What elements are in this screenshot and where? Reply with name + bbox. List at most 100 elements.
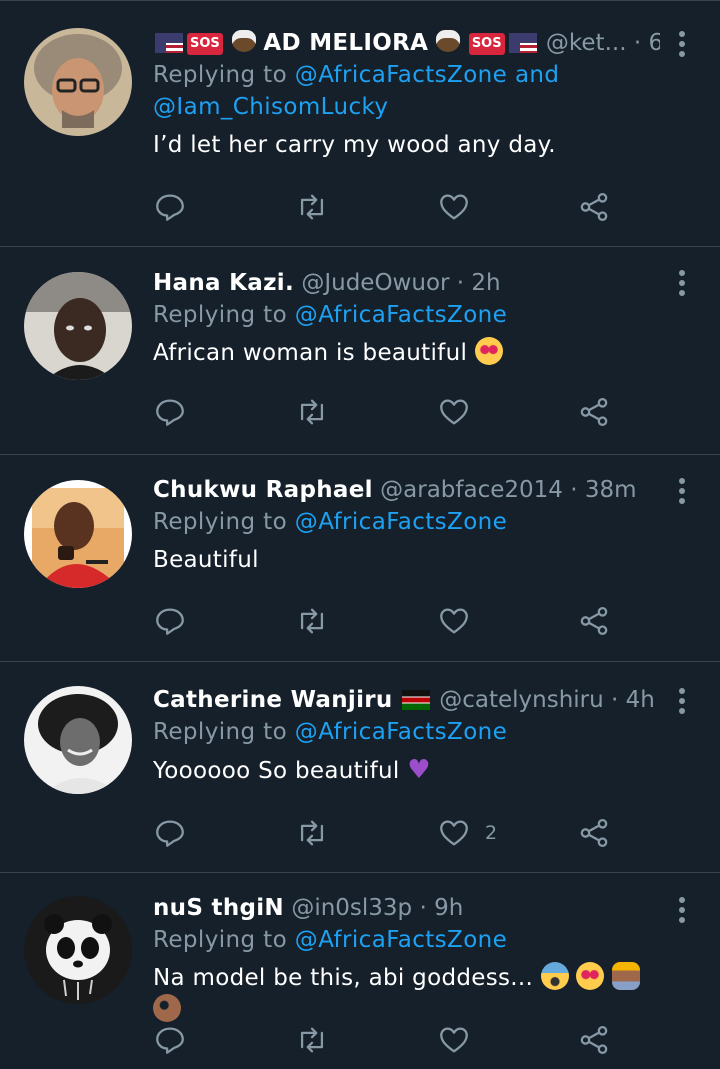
avatar[interactable]	[24, 28, 132, 136]
retweet-icon	[300, 399, 324, 425]
avatar[interactable]	[24, 272, 132, 380]
replying-to-and: and	[514, 62, 560, 88]
tweet-text-content: African woman is beautiful	[153, 340, 468, 366]
more-options-icon[interactable]	[672, 894, 692, 926]
tweet-header: SOS AD MELIORA SOS @ket... · 6h	[153, 27, 660, 59]
us-flag-icon	[155, 33, 183, 53]
replying-to-label: Replying to	[153, 302, 288, 328]
tweet[interactable]: nuS thgiN @in0sl33p · 9h Replying to @Af…	[0, 873, 720, 1069]
mention-link[interactable]: @AfricaFactsZone	[295, 62, 507, 88]
mention-link[interactable]: @AfricaFactsZone	[295, 927, 507, 953]
purple-heart-emoji-icon: ♥	[407, 755, 431, 785]
tweet-content: SOS AD MELIORA SOS @ket... · 6h Replying…	[153, 27, 660, 161]
like-icon	[440, 820, 468, 846]
avatar[interactable]	[24, 480, 132, 588]
share-button[interactable]	[577, 813, 611, 853]
retweet-icon	[300, 194, 324, 220]
tweet-content: nuS thgiN @in0sl33p · 9h Replying to @Af…	[153, 892, 660, 1026]
more-options-icon[interactable]	[672, 475, 692, 507]
share-icon	[580, 397, 608, 427]
reply-button[interactable]	[153, 813, 187, 853]
like-icon	[440, 608, 468, 634]
timestamp[interactable]: 6h	[648, 30, 660, 56]
tweet-header: Chukwu Raphael @arabface2014 · 38m	[153, 474, 660, 506]
avatar[interactable]	[24, 896, 132, 1004]
avatar[interactable]	[24, 686, 132, 794]
user-handle[interactable]: @arabface2014	[380, 477, 563, 503]
more-options-icon[interactable]	[672, 267, 692, 299]
replying-to: Replying to @AfricaFactsZone	[153, 299, 660, 331]
replying-to: Replying to @AfricaFactsZone	[153, 716, 660, 748]
display-name[interactable]: AD MELIORA	[263, 30, 428, 56]
reply-button[interactable]	[153, 601, 187, 641]
timestamp[interactable]: 2h	[471, 270, 500, 296]
share-button[interactable]	[577, 601, 611, 641]
share-icon	[580, 192, 608, 222]
more-options-icon[interactable]	[672, 685, 692, 717]
retweet-button[interactable]	[295, 392, 329, 432]
timestamp[interactable]: 38m	[585, 477, 637, 503]
like-icon	[440, 399, 468, 425]
like-button[interactable]	[437, 1020, 485, 1060]
like-button[interactable]	[437, 601, 485, 641]
display-name[interactable]: Hana Kazi.	[153, 270, 294, 296]
crowned-person-emoji-icon	[611, 962, 640, 990]
user-handle[interactable]: @JudeOwuor	[301, 270, 449, 296]
reply-button[interactable]	[153, 1020, 187, 1060]
tweet-text-content: Yoooooo So beautiful	[153, 758, 400, 784]
us-flag-icon	[508, 33, 537, 53]
separator-dot: ·	[611, 687, 619, 713]
reply-icon	[156, 1027, 184, 1054]
screaming-face-emoji-icon	[540, 962, 569, 990]
reply-button[interactable]	[153, 392, 187, 432]
like-count: 2	[485, 822, 498, 844]
retweet-button[interactable]	[295, 187, 329, 227]
retweet-button[interactable]	[295, 813, 329, 853]
mention-link[interactable]: @AfricaFactsZone	[295, 509, 507, 535]
user-handle[interactable]: @in0sl33p	[291, 895, 412, 921]
mention-link[interactable]: @AfricaFactsZone	[295, 719, 507, 745]
ok-hand-emoji-icon	[153, 994, 181, 1022]
separator-dot: ·	[419, 895, 427, 921]
mention-link[interactable]: @Iam_ChisomLucky	[153, 94, 388, 120]
tweet-text: Na model be this, abi goddess...	[153, 962, 660, 1026]
retweet-button[interactable]	[295, 601, 329, 641]
user-handle[interactable]: @catelynshiru	[439, 687, 603, 713]
tweet-text: African woman is beautiful	[153, 337, 660, 369]
sos-badge: SOS	[187, 33, 223, 55]
like-button[interactable]: 2	[437, 813, 497, 853]
timestamp[interactable]: 9h	[434, 895, 463, 921]
tweet[interactable]: Catherine Wanjiru @catelynshiru · 4h Rep…	[0, 662, 720, 873]
display-name[interactable]: Chukwu Raphael	[153, 477, 373, 503]
tweet[interactable]: SOS AD MELIORA SOS @ket... · 6h Replying…	[0, 1, 720, 247]
separator-dot: ·	[633, 30, 642, 56]
tweet-actions	[153, 187, 623, 227]
heart-eyes-emoji-icon	[576, 962, 605, 990]
reply-feed: SOS AD MELIORA SOS @ket... · 6h Replying…	[0, 0, 720, 1069]
retweet-icon	[300, 608, 324, 634]
kenya-flag-icon	[401, 690, 430, 710]
tweet-text: Yoooooo So beautiful ♥	[153, 754, 660, 787]
tweet[interactable]: Hana Kazi. @JudeOwuor · 2h Replying to @…	[0, 247, 720, 455]
tweet-content: Catherine Wanjiru @catelynshiru · 4h Rep…	[153, 684, 660, 787]
user-handle[interactable]: @ket...	[546, 30, 627, 56]
tweet-text: I’d let her carry my wood any day.	[153, 132, 556, 158]
share-button[interactable]	[577, 1020, 611, 1060]
more-options-icon[interactable]	[672, 28, 692, 60]
reply-icon	[156, 820, 184, 847]
sos-badge: SOS	[468, 33, 505, 55]
tweet[interactable]: Chukwu Raphael @arabface2014 · 38m Reply…	[0, 455, 720, 662]
mention-link[interactable]: @AfricaFactsZone	[295, 302, 507, 328]
retweet-button[interactable]	[295, 1020, 329, 1060]
display-name[interactable]: Catherine Wanjiru	[153, 687, 393, 713]
share-button[interactable]	[577, 392, 611, 432]
reply-button[interactable]	[153, 187, 187, 227]
like-button[interactable]	[437, 392, 485, 432]
reply-icon	[156, 194, 184, 221]
like-icon	[440, 1027, 468, 1053]
share-button[interactable]	[577, 187, 611, 227]
timestamp[interactable]: 4h	[626, 687, 655, 713]
separator-dot: ·	[570, 477, 578, 503]
like-button[interactable]	[437, 187, 485, 227]
display-name[interactable]: nuS thgiN	[153, 895, 284, 921]
